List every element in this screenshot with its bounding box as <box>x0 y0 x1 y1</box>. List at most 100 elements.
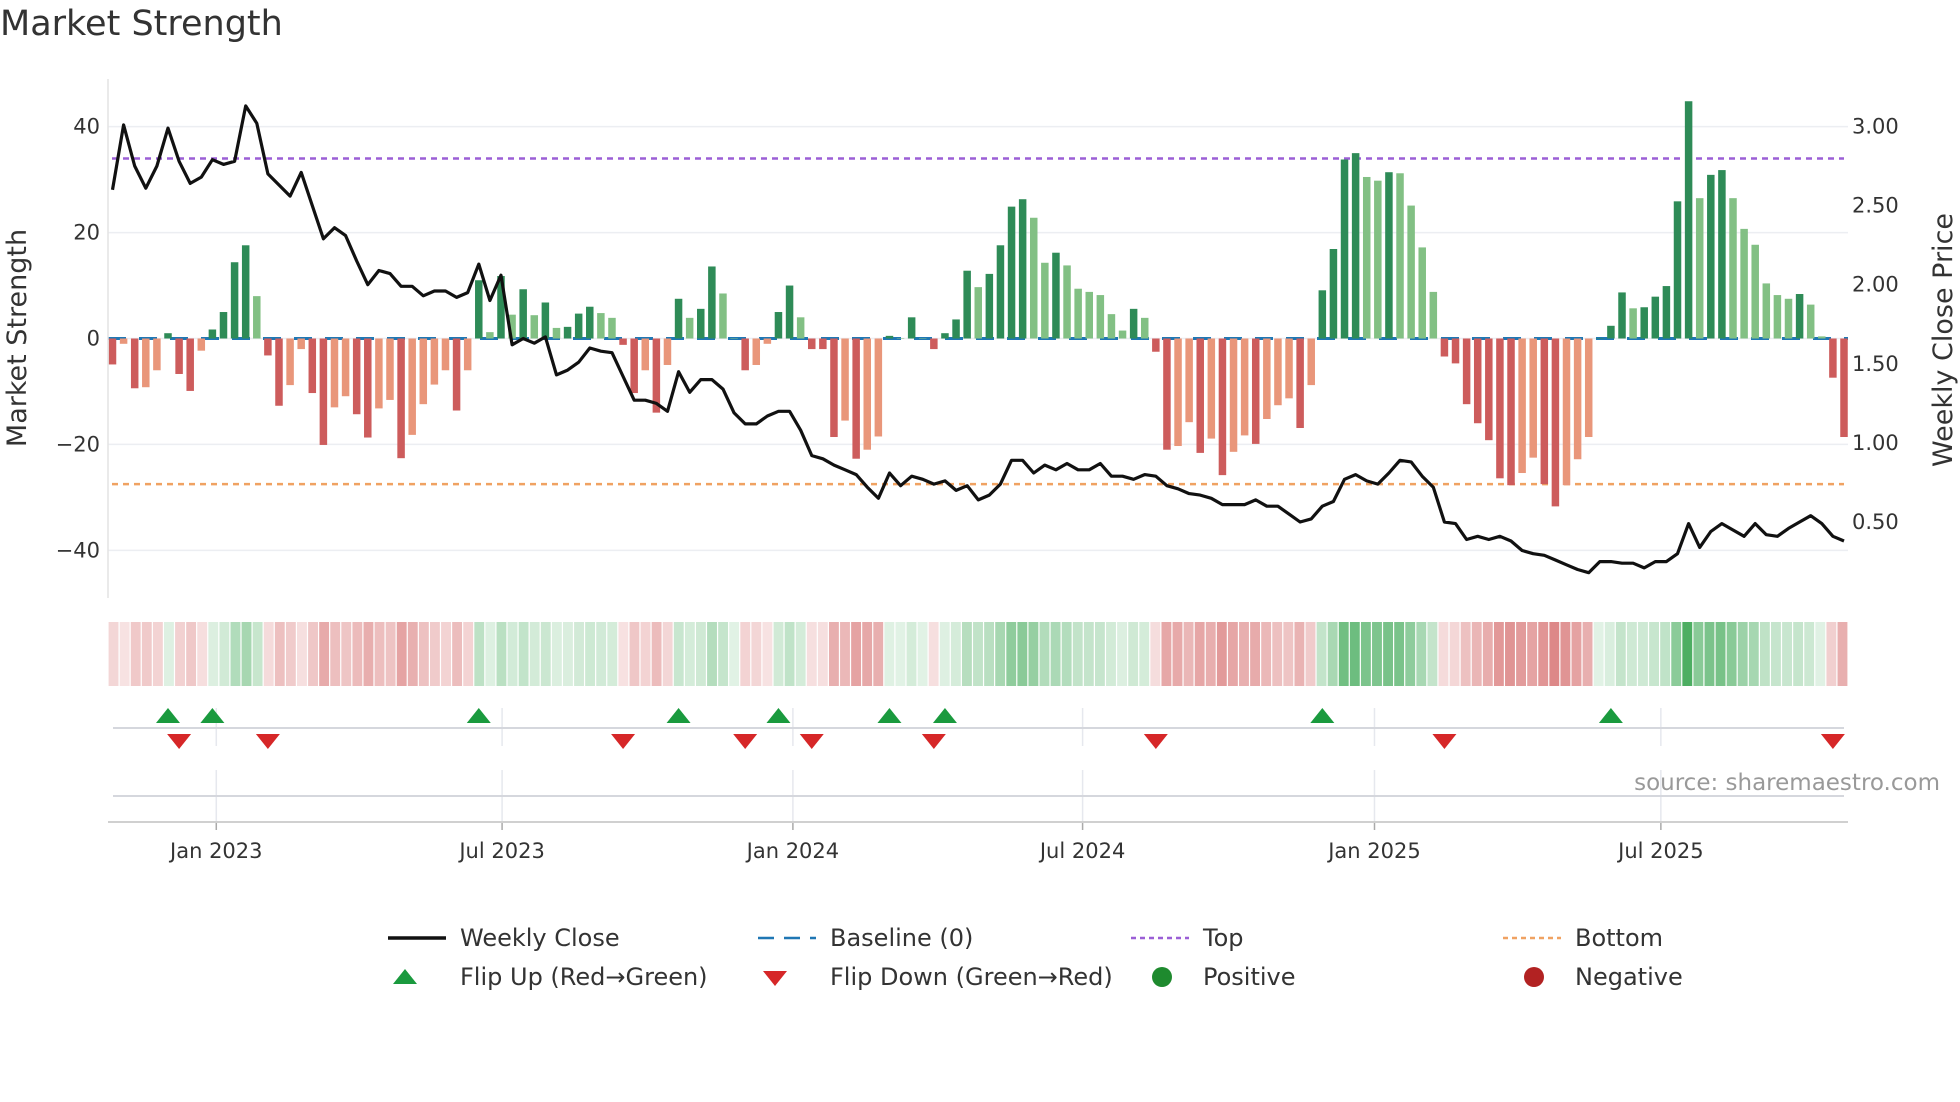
heat-cell <box>1050 622 1061 686</box>
heat-cell <box>1360 622 1371 686</box>
strength-bar <box>1052 252 1060 339</box>
strength-bar <box>1795 294 1804 339</box>
flip-up-marker <box>666 708 691 723</box>
x-tick-label: Jan 2024 <box>745 839 840 863</box>
heat-cell <box>1593 622 1604 686</box>
strength-bar <box>830 338 838 438</box>
heat-cell <box>840 622 850 686</box>
strength-bar <box>153 338 161 371</box>
strength-bar <box>1340 159 1349 339</box>
heat-cell <box>585 622 596 686</box>
strength-bar <box>275 338 283 406</box>
x-tick-label: Jul 2024 <box>1038 839 1125 863</box>
y2-tick-label: 1.50 <box>1852 352 1899 376</box>
strength-bar <box>841 338 849 421</box>
heat-cell <box>961 622 972 686</box>
strength-bar <box>619 338 627 345</box>
strength-bar <box>630 338 638 394</box>
strength-bar <box>1695 198 1704 339</box>
market-strength-chart: 40 20 0 −20 −40 3.00 2.50 2.00 1.50 1.00 0.50 Jan … <box>2 79 1959 863</box>
strength-bar <box>142 338 150 388</box>
heat-cell <box>1416 622 1427 686</box>
strength-bar <box>1129 308 1138 339</box>
strength-bar <box>741 338 749 371</box>
heat-cell <box>1239 622 1249 686</box>
regime-heat-strip <box>108 622 1848 686</box>
legend-baseline: Baseline (0) <box>758 924 973 952</box>
y-axis-label: Market Strength <box>2 229 33 447</box>
heat-cell <box>1294 622 1305 686</box>
strength-bar <box>319 338 328 445</box>
strength-bar <box>1407 205 1415 339</box>
strength-bar <box>1640 307 1648 339</box>
heat-cell <box>1815 622 1826 686</box>
strength-bar <box>1618 292 1626 339</box>
heat-cell <box>1771 622 1781 686</box>
strength-bar <box>1562 338 1571 486</box>
legend-label: Top <box>1203 924 1244 952</box>
y2-tick-label: 0.50 <box>1852 510 1899 534</box>
strength-bar <box>341 338 350 397</box>
heat-cell <box>562 622 573 686</box>
heat-cell <box>186 622 197 686</box>
strength-bar <box>1729 198 1737 339</box>
heat-cell <box>108 622 119 686</box>
heat-cell <box>1737 622 1748 686</box>
strength-bar <box>1007 206 1016 339</box>
strength-bar <box>375 338 383 409</box>
legend-label: Positive <box>1203 963 1296 991</box>
strength-bar <box>941 333 949 339</box>
heat-cell <box>873 622 884 686</box>
strength-bar <box>530 315 539 339</box>
legend-label: Negative <box>1575 963 1683 991</box>
heat-cell <box>1227 622 1238 686</box>
heat-cell <box>551 622 562 686</box>
strength-bar <box>1318 290 1327 339</box>
strength-bar <box>952 319 960 339</box>
strength-bar <box>1651 296 1660 339</box>
strength-bar <box>1840 338 1848 438</box>
strength-bar <box>1329 248 1338 339</box>
dotted-line-icon <box>1131 936 1189 940</box>
heat-cell <box>1028 622 1039 686</box>
triangle-up-icon <box>393 969 417 984</box>
strength-bar <box>186 338 194 391</box>
heat-cell <box>1061 622 1072 686</box>
strength-bar <box>1351 153 1360 339</box>
strength-bar <box>1218 338 1227 476</box>
strength-bar <box>430 338 439 385</box>
strength-bar <box>486 332 494 339</box>
heat-cell <box>673 622 684 686</box>
legend-positive: Positive <box>1131 963 1296 991</box>
strength-bar <box>286 338 294 386</box>
heat-cell <box>684 622 695 686</box>
strength-bar <box>1540 338 1549 485</box>
flip-up-marker <box>1310 708 1335 723</box>
heat-cell <box>1582 622 1593 686</box>
strength-bar <box>907 317 916 339</box>
strength-bar <box>730 338 738 339</box>
flip-down-marker <box>733 734 758 749</box>
y-tick-label: 0 <box>87 327 100 351</box>
heat-cell <box>1516 622 1526 686</box>
strength-bar <box>1251 338 1260 444</box>
heat-cell <box>1039 622 1050 686</box>
heat-cell <box>740 622 751 686</box>
strength-bar <box>974 287 982 339</box>
heat-cell <box>1017 622 1028 686</box>
strength-bar <box>297 338 305 350</box>
strength-bar <box>1207 338 1216 439</box>
legend-label: Flip Up (Red→Green) <box>460 963 708 991</box>
heat-cell <box>662 622 673 686</box>
flip-down-marker <box>1432 734 1457 749</box>
heat-cell <box>984 622 995 686</box>
strength-bar <box>1263 338 1271 419</box>
strength-bar <box>808 338 816 350</box>
heat-cell <box>374 622 385 686</box>
triangle-down-icon <box>763 971 787 986</box>
strength-bar <box>1429 291 1438 339</box>
strength-bar <box>1496 338 1504 479</box>
heat-cell <box>463 622 474 686</box>
heat-cell <box>241 622 252 686</box>
flip-up-marker <box>466 708 491 723</box>
